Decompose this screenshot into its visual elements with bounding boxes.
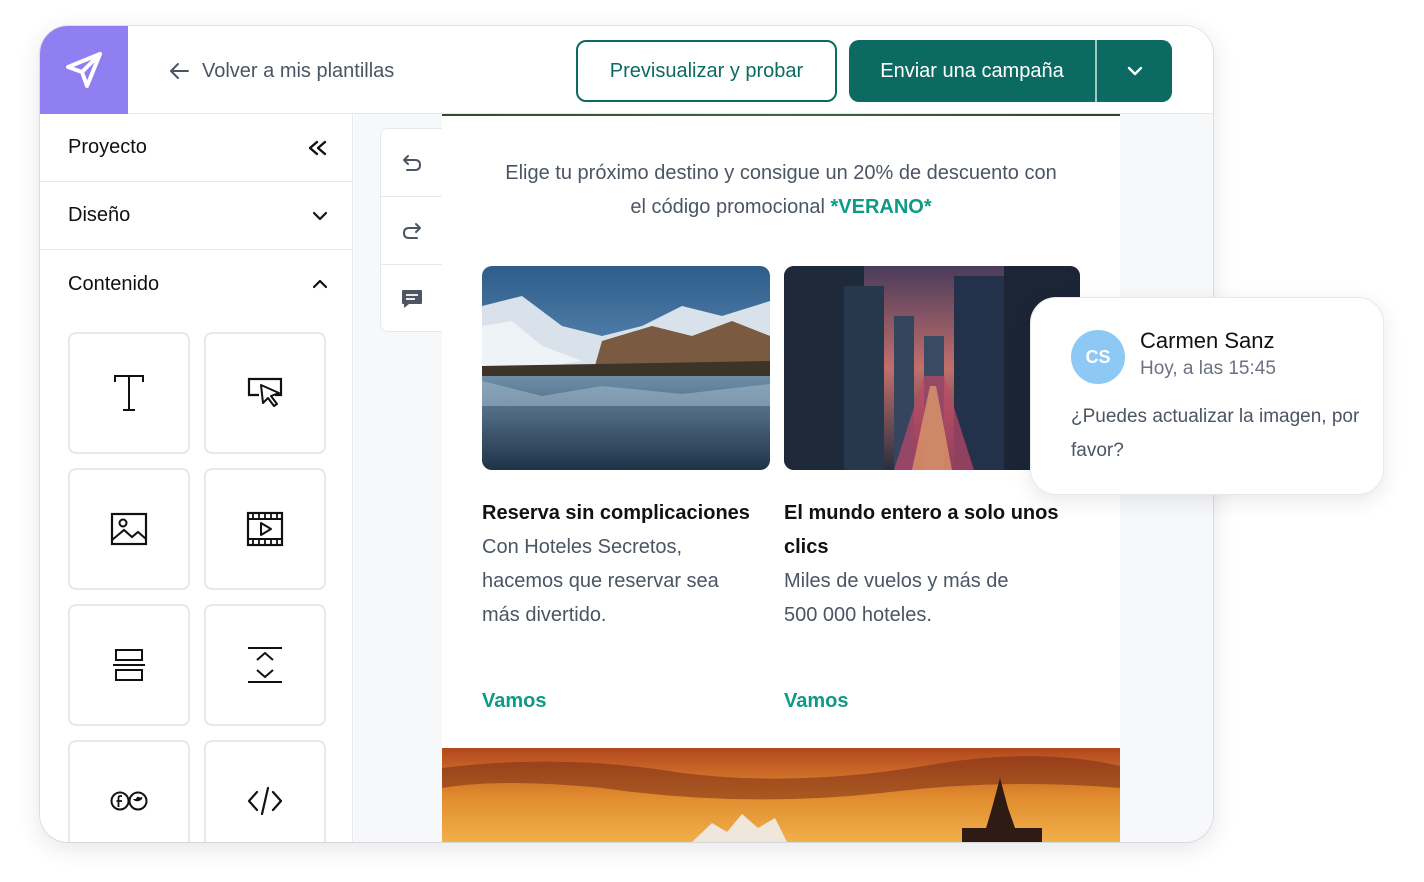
top-bar: Volver a mis plantillas Previsualizar y …	[40, 26, 1213, 114]
arrow-left-icon	[170, 63, 189, 79]
email-preview[interactable]: Elige tu próximo destino y consigue un 2…	[442, 114, 1120, 842]
promo-text: Elige tu próximo destino y consigue un 2…	[472, 156, 1090, 224]
card-1-text-line-3: más divertido.	[482, 604, 607, 626]
redo-button[interactable]	[381, 197, 443, 265]
comment-author: Carmen Sanz	[1140, 328, 1275, 353]
html-block-tile[interactable]	[204, 740, 326, 842]
promo-line-2-prefix: el código promocional	[630, 196, 831, 218]
comment-popover[interactable]: CS Carmen Sanz Hoy, a las 15:45 ¿Puedes …	[1030, 297, 1384, 495]
send-options-dropdown[interactable]	[1097, 40, 1172, 102]
card-2-text-line-2: 500 000 hoteles.	[784, 604, 932, 626]
card-1-text-line-1: Con Hoteles Secretos,	[482, 536, 683, 558]
preview-and-test-button[interactable]: Previsualizar y probar	[576, 40, 837, 102]
spacer-block-icon	[248, 647, 282, 683]
social-block-tile[interactable]	[68, 740, 190, 842]
chevron-down-icon	[1127, 66, 1142, 76]
sidebar-item-proyecto[interactable]: Proyecto	[40, 114, 352, 182]
card-1-title: Reserva sin complicaciones	[482, 502, 750, 524]
card-2-text-line-1: Miles de vuelos y más de	[784, 570, 1009, 592]
glacier-lake-image[interactable]	[482, 266, 770, 470]
sidebar-item-diseno[interactable]: Diseño	[40, 182, 352, 250]
chevron-up-icon	[312, 279, 328, 289]
video-block-tile[interactable]	[204, 468, 326, 590]
card-2-link[interactable]: Vamos	[784, 690, 848, 713]
sidebar-item-label: Diseño	[68, 204, 131, 226]
sydney-sunset-photo	[442, 748, 1120, 842]
sidebar: Proyecto Diseño Contenido	[40, 114, 353, 842]
text-block-icon	[114, 375, 144, 411]
redo-icon	[403, 222, 421, 239]
send-campaign-main[interactable]: Enviar una campaña	[849, 40, 1095, 102]
back-to-templates-link[interactable]: Volver a mis plantillas	[168, 54, 394, 88]
image-block-tile[interactable]	[68, 468, 190, 590]
comment-icon	[402, 290, 422, 308]
send-campaign-button[interactable]: Enviar una campaña	[849, 40, 1172, 102]
header-image-edge	[442, 114, 1120, 116]
button-block-icon	[247, 377, 283, 407]
glacier-lake-photo	[482, 266, 770, 470]
divider-block-tile[interactable]	[68, 604, 190, 726]
undo-button[interactable]	[381, 129, 443, 197]
html-code-icon	[247, 786, 283, 816]
image-block-icon	[110, 512, 148, 546]
comment-text: ¿Puedes actualizar la imagen, por favor?	[1071, 406, 1360, 461]
card-2-title-line-1: El mundo entero a solo unos	[784, 502, 1059, 524]
divider-block-icon	[113, 649, 145, 681]
sidebar-item-label: Proyecto	[68, 136, 147, 158]
promo-code: *VERANO*	[830, 196, 932, 218]
back-link-label: Volver a mis plantillas	[202, 59, 395, 82]
chevron-down-icon	[312, 211, 328, 220]
send-logo-tile[interactable]	[40, 26, 128, 114]
button-block-tile[interactable]	[204, 332, 326, 454]
paper-plane-icon	[66, 52, 102, 88]
spacer-block-tile[interactable]	[204, 604, 326, 726]
avatar: CS	[1071, 330, 1125, 384]
send-button-label: Enviar una campaña	[880, 59, 1064, 82]
promo-line-2: el código promocional *VERANO*	[472, 190, 1090, 224]
card-2-title-line-2: clics	[784, 536, 829, 558]
editor-toolbar	[380, 128, 444, 332]
comments-button[interactable]	[381, 265, 443, 333]
double-chevron-left-icon[interactable]	[306, 140, 328, 156]
video-block-icon	[246, 511, 284, 547]
preview-button-label: Previsualizar y probar	[609, 59, 804, 82]
sidebar-item-label: Contenido	[68, 272, 160, 295]
sidebar-item-contenido[interactable]: Contenido	[40, 250, 352, 318]
promo-line-1: Elige tu próximo destino y consigue un 2…	[505, 162, 1057, 184]
card-1-link[interactable]: Vamos	[482, 690, 546, 713]
card-1-text-line-2: hacemos que reservar sea	[482, 570, 719, 592]
comment-timestamp: Hoy, a las 15:45	[1140, 358, 1276, 379]
social-block-icon	[110, 791, 148, 811]
sydney-sunset-image[interactable]	[442, 748, 1120, 842]
undo-icon	[403, 154, 421, 171]
text-block-tile[interactable]	[68, 332, 190, 454]
